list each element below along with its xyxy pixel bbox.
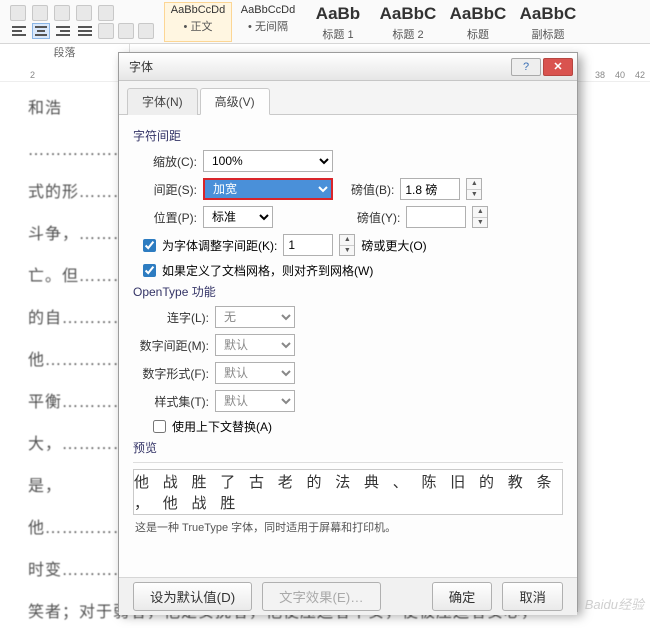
group-preview: 预览 [133, 439, 563, 456]
shading-icon[interactable] [118, 23, 134, 39]
outdent-icon[interactable] [54, 5, 70, 21]
style-preview: AaBbCcDd [166, 4, 230, 16]
ribbon-paragraph-controls [4, 0, 160, 43]
position-label: 位置(P): [133, 209, 197, 226]
grid-checkbox[interactable] [143, 264, 156, 277]
ribbon: AaBbCcDd • 正文AaBbCcDd • 无间隔AaBb 标题 1AaBb… [0, 0, 650, 44]
dialog-tab[interactable]: 字体(N) [127, 88, 198, 115]
numspacing-select[interactable]: 默认 [215, 334, 295, 356]
style-tile[interactable]: AaBbCcDd • 无间隔 [234, 2, 302, 42]
dialog-body: 字符间距 缩放(C): 100% 间距(S): 加宽 磅值(B): ▲▼ 位置(… [119, 115, 577, 577]
line-spacing-icon[interactable] [98, 23, 114, 39]
point-spinner[interactable]: ▲▼ [466, 178, 482, 200]
spacing-label: 间距(S): [133, 181, 197, 198]
kerning-checkbox[interactable] [143, 239, 156, 252]
scale-label: 缩放(C): [133, 153, 197, 170]
position-select[interactable]: 标准 [203, 206, 273, 228]
ok-button[interactable]: 确定 [432, 582, 493, 611]
style-preview: AaBb [306, 4, 370, 24]
group-char-spacing: 字符间距 [133, 127, 563, 144]
dialog-titlebar[interactable]: 字体 ? ✕ [119, 53, 577, 81]
align-justify-icon[interactable] [76, 23, 94, 39]
font-dialog: 字体 ? ✕ 字体(N)高级(V) 字符间距 缩放(C): 100% 间距(S)… [118, 52, 578, 612]
point-input[interactable] [400, 178, 460, 200]
dialog-title: 字体 [129, 58, 509, 75]
preview-note: 这是一种 TrueType 字体，同时适用于屏幕和打印机。 [135, 519, 561, 535]
text-effects-button[interactable]: 文字效果(E)… [262, 582, 380, 611]
watermark: Baidu经验 [585, 594, 644, 613]
point2-label: 磅值(Y): [357, 209, 400, 226]
styleset-select[interactable]: 默认 [215, 390, 295, 412]
align-center-icon[interactable] [32, 23, 50, 39]
list-icon[interactable] [10, 5, 26, 21]
style-tile[interactable]: AaBbC 标题 2 [374, 2, 442, 42]
style-tile[interactable]: AaBbC 标题 [444, 2, 512, 42]
ligatures-label: 连字(L): [133, 309, 209, 326]
context-label: 使用上下文替换(A) [172, 418, 272, 435]
styleset-label: 样式集(T): [133, 393, 209, 410]
point2-input[interactable] [406, 206, 466, 228]
dialog-tabs: 字体(N)高级(V) [119, 81, 577, 115]
spacing-select[interactable]: 加宽 [203, 178, 333, 200]
align-left-icon[interactable] [10, 23, 28, 39]
scale-select[interactable]: 100% [203, 150, 333, 172]
kerning-label: 为字体调整字间距(K): [162, 237, 277, 254]
style-tile[interactable]: AaBbCcDd • 正文 [164, 2, 232, 42]
point2-spinner[interactable]: ▲▼ [472, 206, 488, 228]
set-default-button[interactable]: 设为默认值(D) [133, 582, 252, 611]
kerning-spinner[interactable]: ▲▼ [339, 234, 355, 256]
cancel-button[interactable]: 取消 [502, 582, 563, 611]
point-label: 磅值(B): [351, 181, 394, 198]
style-preview: AaBbC [516, 4, 580, 24]
styles-gallery: AaBbCcDd • 正文AaBbCcDd • 无间隔AaBb 标题 1AaBb… [160, 0, 586, 43]
kerning-input[interactable] [283, 234, 333, 256]
showmarks-icon[interactable] [98, 5, 114, 21]
style-label: 标题 [446, 26, 510, 42]
style-label: 副标题 [516, 26, 580, 42]
sort-icon[interactable] [76, 5, 92, 21]
borders-icon[interactable] [138, 23, 154, 39]
help-button[interactable]: ? [511, 58, 541, 76]
preview-box: 他 战 胜 了 古 老 的 法 典 、 陈 旧 的 教 条 ， 他 战 胜 [133, 469, 563, 515]
style-label: • 无间隔 [236, 18, 300, 34]
style-preview: AaBbC [376, 4, 440, 24]
kerning-unit: 磅或更大(O) [361, 237, 426, 254]
group-opentype: OpenType 功能 [133, 283, 563, 300]
numspacing-label: 数字间距(M): [133, 337, 209, 354]
style-preview: AaBbCcDd [236, 4, 300, 16]
dialog-footer: 设为默认值(D) 文字效果(E)… 确定 取消 [119, 577, 577, 615]
style-preview: AaBbC [446, 4, 510, 24]
style-tile[interactable]: AaBbC 副标题 [514, 2, 582, 42]
dialog-tab[interactable]: 高级(V) [200, 88, 270, 115]
align-right-icon[interactable] [54, 23, 72, 39]
indent-icon[interactable] [32, 5, 48, 21]
style-label: 标题 1 [306, 26, 370, 42]
numform-select[interactable]: 默认 [215, 362, 295, 384]
ribbon-group-paragraph-label: 段落 [0, 44, 130, 62]
ligatures-select[interactable]: 无 [215, 306, 295, 328]
grid-label: 如果定义了文档网格，则对齐到网格(W) [162, 262, 373, 279]
context-checkbox[interactable] [153, 420, 166, 433]
close-button[interactable]: ✕ [543, 58, 573, 76]
style-label: 标题 2 [376, 26, 440, 42]
style-label: • 正文 [166, 18, 230, 34]
separator [133, 462, 563, 463]
style-tile[interactable]: AaBb 标题 1 [304, 2, 372, 42]
numform-label: 数字形式(F): [133, 365, 209, 382]
